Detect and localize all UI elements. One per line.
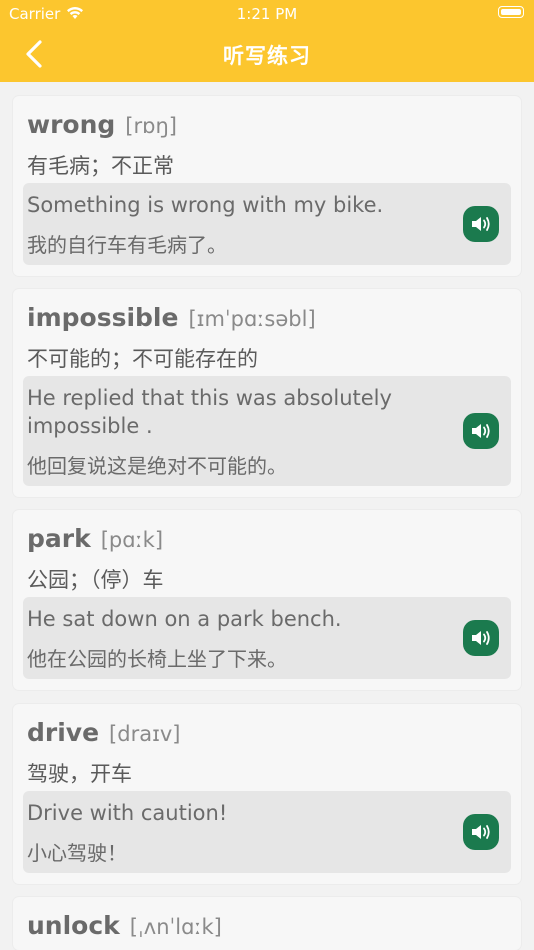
word-text: impossible (27, 303, 179, 332)
meaning-text: 有毛病；不正常 (27, 154, 174, 178)
word-text: drive (27, 718, 100, 747)
phonetic-text: [draɪv] (109, 722, 181, 746)
word-card[interactable]: drive [draɪv] 驾驶，开车 Drive with caution! 小… (13, 704, 521, 884)
meaning-text: 驾驶，开车 (27, 762, 132, 786)
word-card[interactable]: unlock [ˌʌnˈlɑːk] (13, 897, 521, 950)
battery-icon (498, 6, 524, 18)
clock: 1:21 PM (236, 5, 298, 23)
play-audio-button[interactable] (463, 413, 499, 449)
phonetic-text: [ɪmˈpɑːsəbl] (188, 307, 316, 331)
example-english: He replied that this was absolutely impo… (27, 386, 392, 438)
example-box: He replied that this was absolutely impo… (23, 376, 511, 486)
play-audio-button[interactable] (463, 206, 499, 242)
example-english: Drive with caution! (27, 801, 228, 825)
meaning-text: 不可能的；不可能存在的 (27, 347, 258, 371)
word-line: impossible [ɪmˈpɑːsəbl] (27, 303, 316, 332)
word-text: park (27, 524, 91, 553)
speaker-icon (472, 424, 490, 438)
word-line: wrong [rɒŋ] (27, 110, 177, 139)
example-box: He sat down on a park bench. 他在公园的长椅上坐了下… (23, 597, 511, 679)
status-bar: Carrier 1:21 PM (0, 0, 534, 28)
word-card[interactable]: park [pɑːk] 公园；（停）车 He sat down on a park… (13, 510, 521, 690)
word-line: drive [draɪv] (27, 718, 181, 747)
phonetic-text: [pɑːk] (100, 528, 164, 552)
word-line: unlock [ˌʌnˈlɑːk] (27, 911, 222, 940)
speaker-icon (472, 825, 490, 839)
example-chinese: 他在公园的长椅上坐了下来。 (27, 647, 287, 671)
phonetic-text: [ˌʌnˈlɑːk] (129, 915, 222, 939)
word-text: wrong (27, 110, 116, 139)
example-chinese: 小心驾驶！ (27, 841, 127, 865)
play-audio-button[interactable] (463, 814, 499, 850)
speaker-icon (472, 631, 490, 645)
example-english: He sat down on a park bench. (27, 607, 342, 631)
example-chinese: 他回复说这是绝对不可能的。 (27, 454, 287, 478)
phonetic-text: [rɒŋ] (125, 114, 177, 138)
example-chinese: 我的自行车有毛病了。 (27, 233, 227, 257)
example-english: Something is wrong with my bike. (27, 193, 384, 217)
word-card[interactable]: impossible [ɪmˈpɑːsəbl] 不可能的；不可能存在的 He re… (13, 289, 521, 497)
example-box: Something is wrong with my bike. 我的自行车有毛… (23, 183, 511, 265)
play-audio-button[interactable] (463, 620, 499, 656)
word-card[interactable]: wrong [rɒŋ] 有毛病；不正常 Something is wrong wi… (13, 96, 521, 276)
word-text: unlock (27, 911, 120, 940)
example-box: Drive with caution! 小心驾驶！ (23, 791, 511, 873)
page-title: 听写练习 (223, 44, 311, 68)
meaning-text: 公园；（停）车 (27, 568, 164, 592)
nav-bar: Carrier 1:21 PM 听写练习 (0, 0, 534, 82)
speaker-icon (472, 217, 490, 231)
word-line: park [pɑːk] (27, 524, 163, 553)
